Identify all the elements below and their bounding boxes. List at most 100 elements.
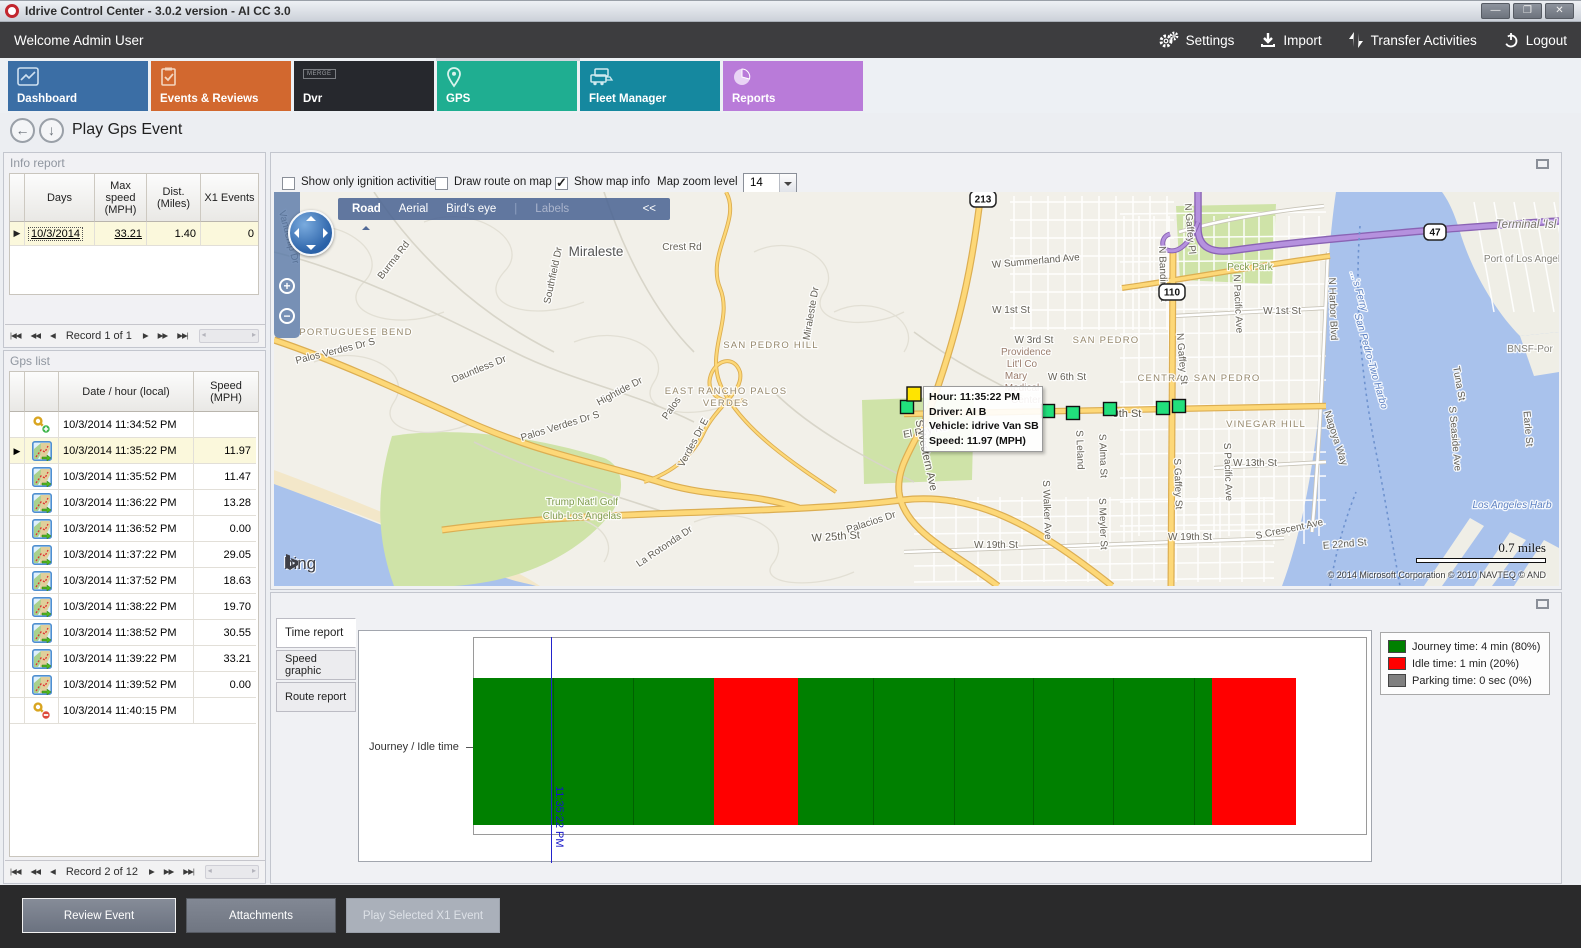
tab-time-report[interactable]: Time report [276, 618, 356, 648]
info-header-days[interactable]: Days [25, 174, 95, 222]
map-canvas[interactable]: MiralesteCrest RdBurma RdSouthfield DrMi… [274, 192, 1559, 586]
power-icon [1503, 32, 1519, 48]
review-event-button[interactable]: Review Event [22, 898, 176, 933]
ignition-checkbox[interactable] [282, 177, 295, 190]
bing-logo: bing [284, 554, 316, 574]
gps-list-row[interactable]: 10/3/2014 11:34:52 PM [10, 412, 256, 438]
import-button[interactable]: Import [1260, 32, 1321, 48]
gps-point-marker[interactable] [1157, 402, 1170, 415]
tab-reports[interactable]: Reports [723, 61, 863, 111]
transfer-activities-button[interactable]: Transfer Activities [1348, 31, 1477, 49]
draw-route-checkbox[interactable] [435, 177, 448, 190]
settings-button[interactable]: Settings [1159, 31, 1235, 49]
map-bar-collapse[interactable]: << [643, 203, 656, 215]
gps-datetime-cell[interactable]: 10/3/2014 11:37:52 PM [59, 568, 194, 594]
info-report-panel: Info report Days Max speed (MPH) Dist. (… [3, 152, 266, 348]
map-pan-control[interactable] [288, 210, 334, 256]
tab-dashboard[interactable]: Dashboard [8, 61, 148, 111]
gps-datetime-cell[interactable]: 10/3/2014 11:39:52 PM [59, 672, 194, 698]
map-type-road[interactable]: Road [352, 203, 381, 215]
gps-list-row[interactable]: 10/3/2014 11:36:52 PM0.00 [10, 516, 256, 542]
gps-datetime-cell[interactable]: 10/3/2014 11:39:22 PM [59, 646, 194, 672]
point-icon [25, 464, 59, 490]
gps-header-datetime[interactable]: Date / hour (local) [59, 372, 194, 412]
panel-collapse-icon[interactable] [1536, 159, 1549, 169]
gps-datetime-cell[interactable]: 10/3/2014 11:38:22 PM [59, 594, 194, 620]
nav-prev-page-icon[interactable]: ◀◀ [30, 331, 40, 340]
pan-down-icon[interactable] [306, 245, 316, 250]
gps-list-row[interactable]: 10/3/2014 11:36:22 PM13.28 [10, 490, 256, 516]
gps-hscrollbar[interactable] [205, 865, 259, 879]
chart-cursor-line[interactable] [551, 637, 552, 863]
selected-gps-marker[interactable] [907, 387, 921, 401]
gps-point-marker[interactable] [1173, 400, 1186, 413]
maximize-button[interactable]: ❐ [1513, 3, 1542, 19]
pan-up-icon[interactable] [306, 216, 316, 221]
map-label: Club-Los Angelas [543, 511, 621, 522]
tab-events-reviews[interactable]: Events & Reviews [151, 61, 291, 111]
tab-gps[interactable]: GPS [437, 61, 577, 111]
gps-list-row[interactable]: 10/3/2014 11:37:22 PM29.05 [10, 542, 256, 568]
gps-datetime-cell[interactable]: 10/3/2014 11:37:22 PM [59, 542, 194, 568]
gps-datetime-cell[interactable]: 10/3/2014 11:35:52 PM [59, 464, 194, 490]
nav-next-page-icon[interactable]: ▶▶ [158, 331, 168, 340]
gps-datetime-cell[interactable]: 10/3/2014 11:40:15 PM [59, 698, 194, 724]
minimize-button[interactable]: — [1481, 3, 1510, 19]
gps-list-row[interactable]: 10/3/2014 11:37:52 PM18.63 [10, 568, 256, 594]
gps-list-row[interactable]: ▶10/3/2014 11:35:22 PM11.97 [10, 438, 256, 464]
pan-left-icon[interactable] [294, 228, 299, 238]
info-header-max-speed[interactable]: Max speed (MPH) [95, 174, 147, 222]
nav-last-icon[interactable]: ▶▶| [177, 331, 187, 340]
gps-list-row[interactable]: 10/3/2014 11:35:52 PM11.47 [10, 464, 256, 490]
gps-header-speed[interactable]: Speed (MPH) [194, 372, 258, 412]
tab-speed-graphic[interactable]: Speed graphic [276, 650, 356, 680]
chart-legend: Journey time: 4 min (80%)Idle time: 1 mi… [1380, 632, 1550, 695]
tab-dvr[interactable]: MERGE Dvr [294, 61, 434, 111]
gps-datetime-cell[interactable]: 10/3/2014 11:36:52 PM [59, 516, 194, 542]
gps-list-row[interactable]: 10/3/2014 11:39:52 PM0.00 [10, 672, 256, 698]
nav-next-page-icon[interactable]: ▶▶ [164, 867, 174, 876]
nav-first-icon[interactable]: |◀◀ [10, 331, 20, 340]
tab-fleet-manager[interactable]: Fleet Manager [580, 61, 720, 111]
nav-prev-icon[interactable]: ◀ [50, 867, 55, 876]
map-type-birdseye[interactable]: Bird's eye [446, 203, 496, 215]
gps-datetime-cell[interactable]: 10/3/2014 11:34:52 PM [59, 412, 194, 438]
gps-datetime-cell[interactable]: 10/3/2014 11:35:22 PM [59, 438, 194, 464]
import-icon [1260, 32, 1276, 48]
map-zoom-dropdown[interactable]: 14 [743, 173, 797, 194]
gps-point-marker[interactable] [1067, 407, 1080, 420]
gps-datetime-cell[interactable]: 10/3/2014 11:38:52 PM [59, 620, 194, 646]
gps-datetime-cell[interactable]: 10/3/2014 11:36:22 PM [59, 490, 194, 516]
back-button[interactable]: ← [10, 118, 35, 143]
logout-button[interactable]: Logout [1503, 32, 1567, 48]
nav-first-icon[interactable]: |◀◀ [10, 867, 20, 876]
gps-point-marker[interactable] [901, 401, 914, 414]
nav-next-icon[interactable]: ▶ [149, 867, 154, 876]
map-type-aerial[interactable]: Aerial [399, 203, 428, 215]
info-cell-days[interactable]: 10/3/2014 [25, 222, 95, 246]
info-cell-max-speed[interactable]: 33.21 [95, 222, 147, 246]
gps-list-row[interactable]: 10/3/2014 11:39:22 PM33.21 [10, 646, 256, 672]
gps-point-marker[interactable] [1104, 403, 1117, 416]
nav-next-icon[interactable]: ▶ [143, 331, 148, 340]
nav-last-icon[interactable]: ▶▶| [183, 867, 193, 876]
gps-list-row[interactable]: 10/3/2014 11:38:52 PM30.55 [10, 620, 256, 646]
info-header-dist[interactable]: Dist. (Miles) [147, 174, 201, 222]
panel-collapse-icon[interactable] [1536, 599, 1549, 609]
close-button[interactable]: ✕ [1545, 3, 1574, 19]
gps-list-row[interactable]: 10/3/2014 11:40:15 PM [10, 698, 256, 724]
gps-list-row[interactable]: 10/3/2014 11:38:22 PM19.70 [10, 594, 256, 620]
nav-prev-page-icon[interactable]: ◀◀ [30, 867, 40, 876]
gps-point-marker[interactable] [1042, 405, 1055, 418]
zoom-in-icon[interactable]: + [279, 278, 295, 294]
nav-prev-icon[interactable]: ◀ [50, 331, 55, 340]
pan-right-icon[interactable] [323, 228, 328, 238]
map-type-labels[interactable]: Labels [535, 203, 569, 215]
zoom-out-icon[interactable]: − [279, 308, 295, 324]
down-button[interactable]: ↓ [39, 118, 64, 143]
show-map-info-checkbox[interactable] [555, 177, 568, 190]
info-header-x1[interactable]: X1 Events [201, 174, 258, 222]
info-hscrollbar[interactable] [199, 329, 259, 343]
tab-route-report[interactable]: Route report [276, 682, 356, 712]
attachments-button[interactable]: Attachments [186, 898, 336, 933]
